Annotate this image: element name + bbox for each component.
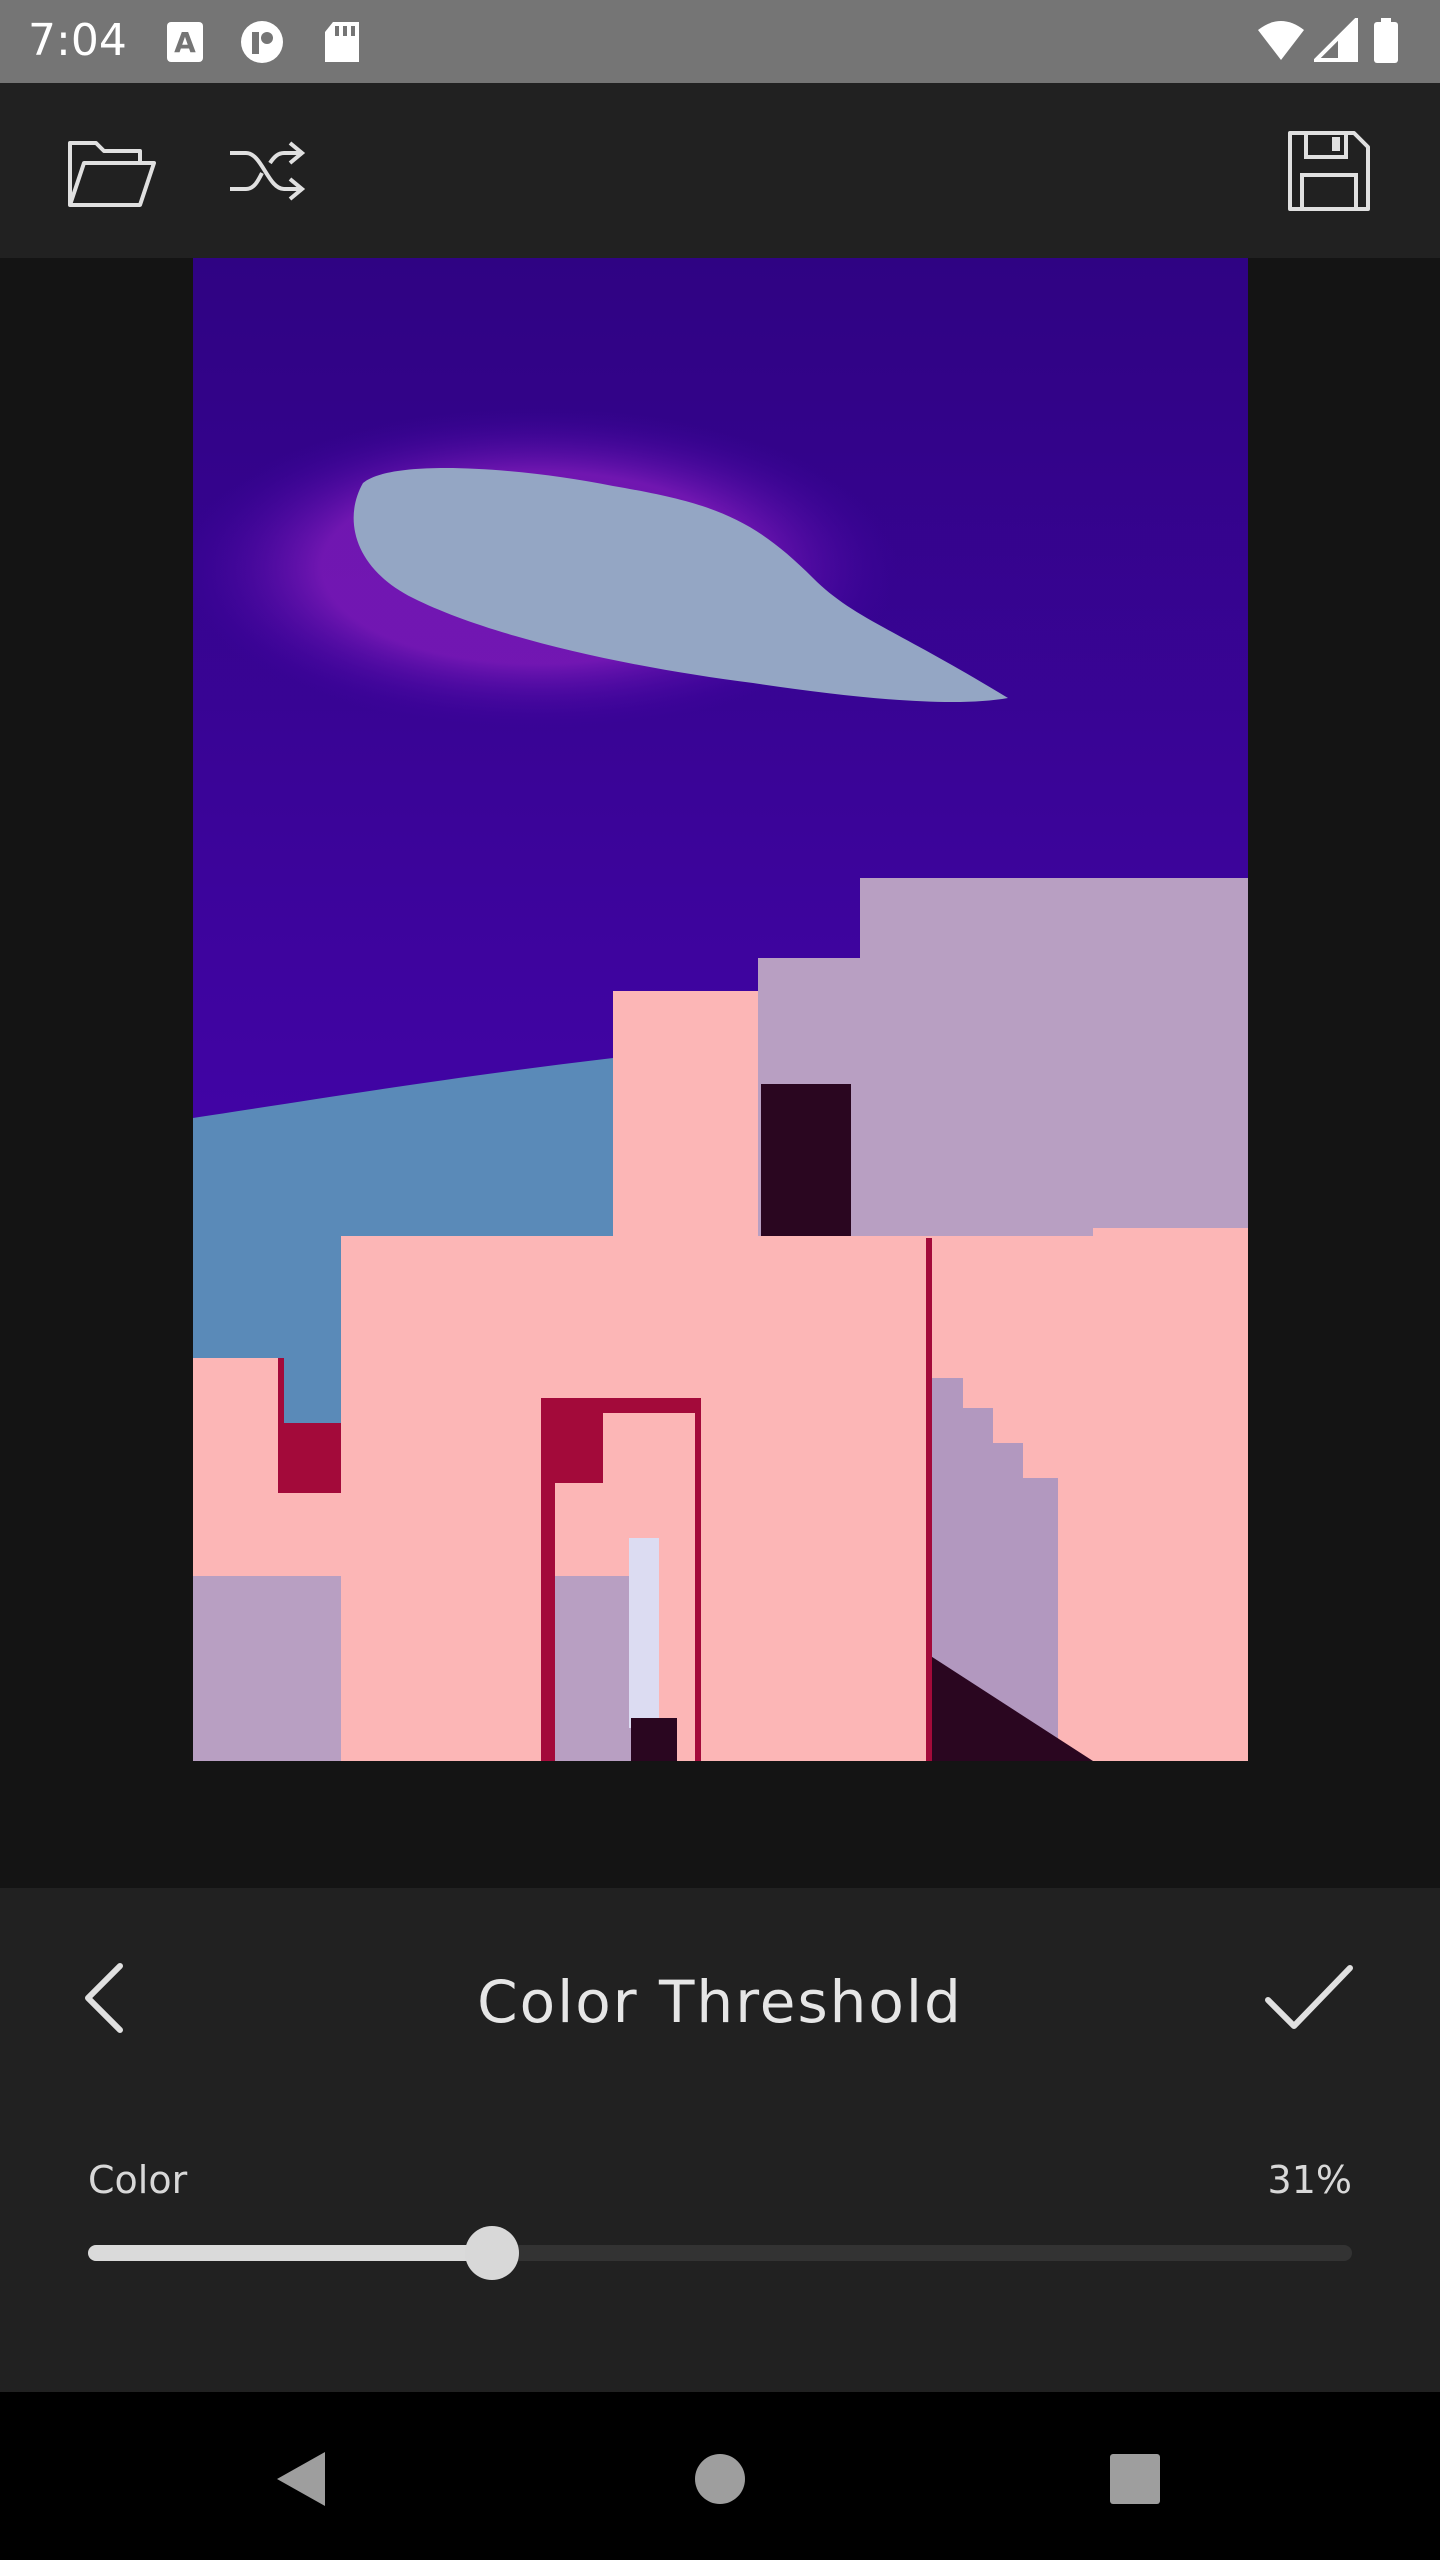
image-preview[interactable] [193,258,1248,1761]
vpn-key-icon [238,20,286,73]
filtered-photo [193,258,1248,1761]
slider-thumb[interactable] [465,2226,520,2280]
filter-panel: Color Threshold Color 31% [0,1888,1440,2392]
text-a-icon: A [165,20,205,69]
home-circle-icon [695,2454,745,2504]
apply-button[interactable] [1260,1950,1360,2042]
svg-text:A: A [174,26,196,59]
top-toolbar [0,83,1440,258]
cell-signal-icon [1311,15,1358,67]
slider-fill [88,2245,493,2261]
slider-value: 31% [1267,2158,1352,2202]
nav-back-button[interactable] [255,2434,345,2524]
sd-card-icon [323,20,361,69]
panel-title: Color Threshold [477,1968,963,2036]
system-nav-bar [0,2392,1440,2560]
shuffle-button[interactable] [218,125,314,217]
folder-open-icon [68,141,156,207]
canvas-area [0,258,1440,1888]
save-icon [1288,131,1370,211]
open-folder-button[interactable] [62,125,158,217]
battery-icon [1372,18,1400,69]
color-slider[interactable] [88,2226,1352,2280]
save-button[interactable] [1280,125,1376,217]
status-time: 7:04 [28,15,127,66]
back-triangle-icon [277,2452,325,2506]
status-right-icons [1256,15,1416,69]
wifi-icon [1256,18,1306,67]
slider-label: Color [88,2158,188,2202]
status-bar: 7:04 A [0,0,1440,83]
checkmark-icon [1265,1965,1353,2029]
recents-square-icon [1110,2454,1160,2504]
nav-recents-button[interactable] [1090,2434,1180,2524]
nav-home-button[interactable] [675,2434,765,2524]
shuffle-icon [230,141,306,201]
